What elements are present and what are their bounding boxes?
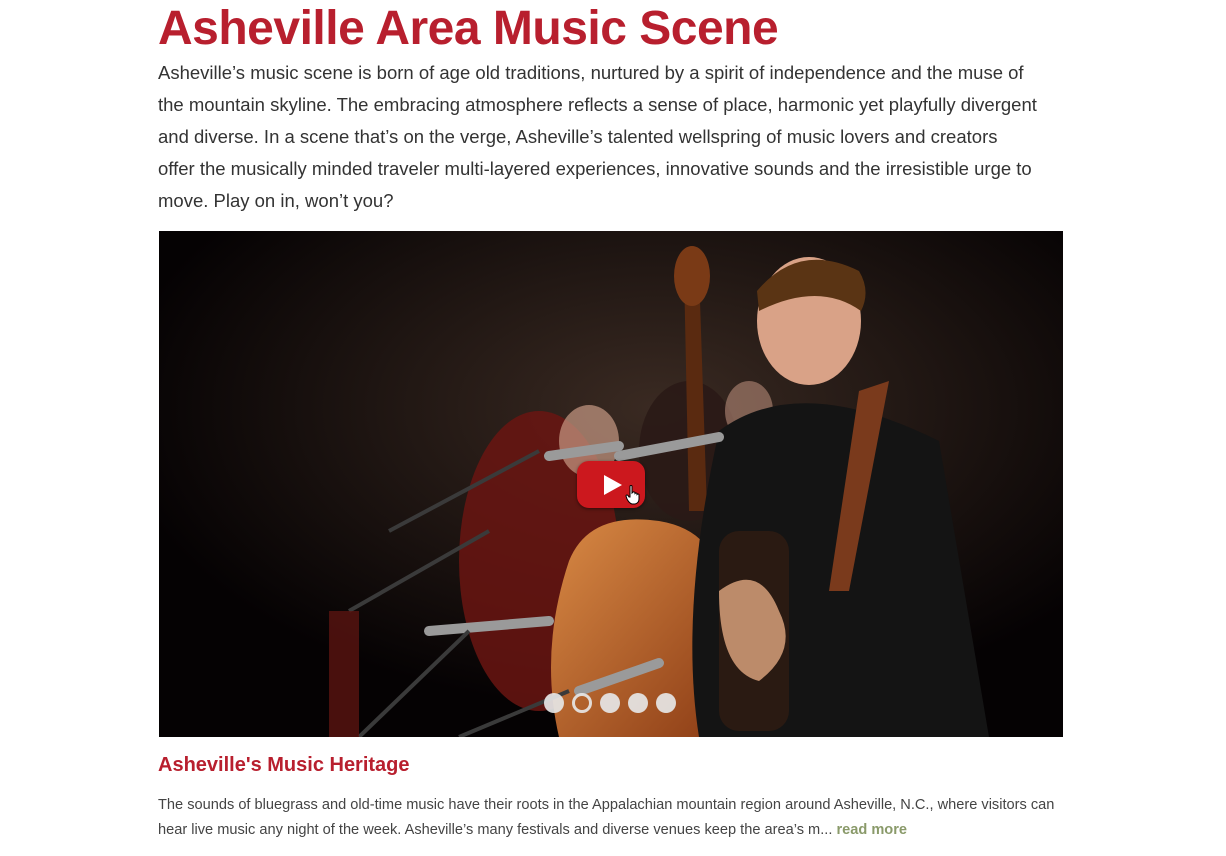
carousel-dot-3[interactable] xyxy=(600,693,620,713)
read-more-link[interactable]: read more xyxy=(836,822,907,838)
video-carousel[interactable] xyxy=(159,231,1063,737)
carousel-dot-1[interactable] xyxy=(544,693,564,713)
page-title: Asheville Area Music Scene xyxy=(158,2,779,55)
hand-pointer-icon xyxy=(625,485,640,505)
carousel-pagination xyxy=(544,693,676,713)
feature-title[interactable]: Asheville's Music Heritage xyxy=(158,752,410,778)
feature-text: The sounds of bluegrass and old-time mus… xyxy=(158,797,1055,838)
carousel-dot-4[interactable] xyxy=(628,693,648,713)
intro-paragraph: Asheville’s music scene is born of age o… xyxy=(158,62,1037,211)
carousel-dot-2[interactable] xyxy=(572,693,592,713)
carousel-dot-5[interactable] xyxy=(656,693,676,713)
feature-blurb: The sounds of bluegrass and old-time mus… xyxy=(158,793,1068,843)
play-icon xyxy=(604,475,622,495)
